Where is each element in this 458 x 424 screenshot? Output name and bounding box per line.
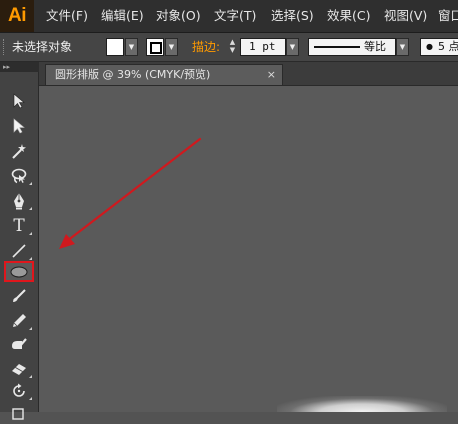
fill-color-swatch[interactable] — [106, 38, 124, 56]
document-tab-bar: 圆形排版 @ 39% (CMYK/预览) × — [39, 62, 458, 86]
magic-wand-icon — [12, 144, 26, 159]
chevron-up-icon[interactable]: ▲ — [227, 38, 238, 46]
more-tools-indicator — [29, 257, 32, 260]
stroke-label[interactable]: 描边: — [192, 33, 220, 61]
stroke-dropdown-button[interactable]: ▼ — [165, 38, 178, 56]
ellipse-tool[interactable] — [4, 261, 34, 282]
stroke-weight-field[interactable]: 1 pt — [240, 38, 286, 56]
profile-line-preview — [314, 46, 360, 48]
type-tool[interactable]: T — [4, 215, 34, 237]
more-tools-indicator — [29, 397, 32, 400]
more-tools-indicator — [29, 207, 32, 210]
more-tools-indicator — [29, 375, 32, 378]
line-segment-tool[interactable] — [4, 240, 34, 262]
direct-selection-tool[interactable] — [4, 115, 34, 137]
document-tab[interactable]: 圆形排版 @ 39% (CMYK/预览) × — [45, 64, 283, 85]
chevron-down-icon[interactable]: ▼ — [227, 46, 238, 54]
document-tab-title: 圆形排版 @ 39% (CMYK/预览) — [55, 68, 211, 81]
lasso-tool[interactable] — [4, 165, 34, 187]
white-arrow-icon — [13, 118, 25, 134]
ellipse-icon — [10, 266, 28, 277]
selection-tool[interactable] — [4, 90, 34, 112]
black-arrow-icon — [13, 93, 25, 109]
fill-dropdown-button[interactable]: ▼ — [125, 38, 138, 56]
chevron-down-icon: ▼ — [168, 43, 175, 51]
more-tools-indicator — [29, 327, 32, 330]
menu-effect[interactable]: 效果(C) — [327, 0, 370, 32]
selection-status: 未选择对象 — [12, 40, 73, 54]
artwork-fragment — [277, 396, 447, 412]
chevron-down-icon: ▼ — [399, 43, 406, 51]
menu-window[interactable]: 窗口 — [438, 0, 458, 32]
profile-label: 等比 — [364, 40, 386, 53]
pencil-icon — [13, 314, 26, 327]
profile-dropdown[interactable]: ▼ — [396, 38, 409, 56]
menu-type[interactable]: 文字(T) — [214, 0, 256, 32]
eraser-tool[interactable] — [4, 358, 34, 380]
tools-panel: ▸▸ T — [0, 62, 41, 420]
menu-object[interactable]: 对象(O) — [156, 0, 201, 32]
lasso-icon — [11, 168, 27, 184]
chevron-down-icon: ▼ — [128, 43, 135, 51]
stroke-weight-stepper[interactable]: ▲ ▼ — [227, 38, 238, 56]
blob-brush-icon — [12, 338, 27, 349]
more-tools-indicator — [29, 182, 32, 185]
stroke-color-swatch[interactable] — [146, 38, 164, 56]
menu-file[interactable]: 文件(F) — [46, 0, 88, 32]
rotate-tool[interactable] — [4, 380, 34, 402]
control-bar-grip[interactable] — [3, 39, 7, 55]
magic-wand-tool[interactable] — [4, 140, 34, 162]
paintbrush-icon — [13, 289, 26, 302]
rotate-icon — [13, 383, 25, 397]
pen-icon — [14, 193, 24, 210]
artboard-canvas[interactable] — [39, 86, 458, 412]
variable-width-profile[interactable]: 等比 — [308, 38, 396, 56]
type-icon: T — [13, 215, 25, 236]
menu-edit[interactable]: 编辑(E) — [101, 0, 144, 32]
line-icon — [12, 244, 26, 258]
collapse-icon[interactable]: ▸▸ — [3, 63, 10, 71]
menu-bar: Ai 文件(F) 编辑(E) 对象(O) 文字(T) 选择(S) 效果(C) 视… — [0, 0, 458, 33]
blob-brush-tool[interactable] — [4, 334, 34, 356]
close-icon[interactable]: × — [267, 65, 276, 85]
scale-tool[interactable] — [4, 402, 34, 424]
tools-panel-header: ▸▸ — [0, 62, 41, 72]
brush-definition[interactable]: ● 5 点 — [420, 38, 458, 56]
more-tools-indicator — [29, 232, 32, 235]
chevron-down-icon: ▼ — [289, 43, 296, 51]
scale-icon — [12, 408, 24, 420]
stroke-weight-dropdown[interactable]: ▼ — [286, 38, 299, 56]
control-bar: 未选择对象 ▼ ▼ 描边: ▲ ▼ 1 pt ▼ 等比 ▼ ● 5 点 — [0, 33, 458, 62]
brush-size: 5 点 — [437, 40, 458, 53]
annotation-arrow — [59, 137, 202, 249]
brush-dot-icon: ● — [426, 42, 433, 51]
eraser-icon — [12, 364, 26, 375]
menu-view[interactable]: 视图(V) — [384, 0, 427, 32]
pencil-tool[interactable] — [4, 310, 34, 332]
pen-tool[interactable] — [4, 190, 34, 212]
paintbrush-tool[interactable] — [4, 285, 34, 307]
menu-select[interactable]: 选择(S) — [271, 0, 314, 32]
app-logo: Ai — [0, 0, 34, 32]
